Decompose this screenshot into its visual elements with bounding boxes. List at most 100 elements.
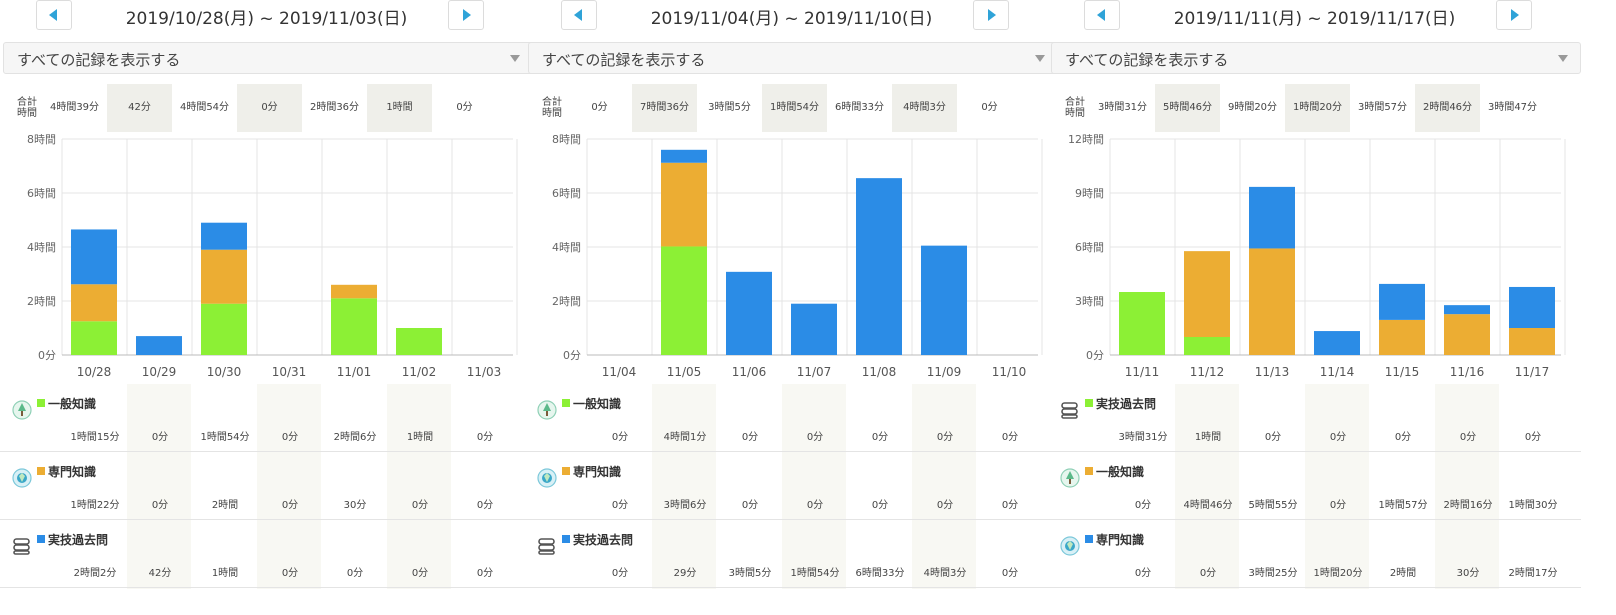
record-filter-dropdown[interactable]: すべての記録を表示する: [1051, 42, 1581, 74]
bar-segment: [1444, 305, 1490, 315]
bar-segment: [1509, 328, 1555, 355]
chart-svg: 0分 3時間 6時間 9時間 12時間 11/11 11/12 11/13 11/14 11/15…: [1068, 134, 1566, 379]
subject-breakdown: 一般知識 1時間15分 0分 1時間54分 0分 2時間6分 1時間 0分 専門知識 1時間22分…: [0, 384, 533, 615]
daily-total-value: 3時間47分: [1487, 102, 1538, 113]
subject-day-value: 0分: [1134, 500, 1152, 511]
subject-day-value: 1時間20分: [1313, 568, 1363, 579]
y-tick-label: 3時間: [1075, 295, 1104, 308]
week-panel: 2019/11/11(月) ~ 2019/11/17(日) すべての記録を表示する…: [1048, 0, 1581, 615]
bar-segment: [856, 178, 902, 355]
bar-segment: [1379, 319, 1425, 355]
x-tick-label: 11/02: [402, 365, 437, 379]
bar-segment: [661, 162, 707, 247]
subject-day-value: 42分: [148, 568, 172, 579]
subject-day-value: 0分: [1001, 432, 1019, 443]
x-tick-label: 11/04: [602, 365, 637, 379]
week-panel: 2019/11/04(月) ~ 2019/11/10(日) すべての記録を表示する…: [525, 0, 1058, 615]
subject-row: 専門知識 1時間22分 0分 2時間 0分 30分 0分 0分: [0, 452, 533, 520]
daily-totals-row: 合計 時間 3時間31分 5時間46分 9時間20分 1時間20分 3時間57分 2時間46分…: [1048, 84, 1581, 134]
globe-icon: [1059, 535, 1081, 557]
bar-segment: [1184, 251, 1230, 337]
bar-segment: [71, 321, 117, 355]
scroll-icon: [11, 535, 33, 557]
x-tick-label: 11/11: [1125, 365, 1160, 379]
subject-row: 専門知識 0分 0分 3時間25分 1時間20分 2時間 30分 2時間17分: [1048, 520, 1581, 588]
bar-segment: [1509, 286, 1555, 328]
subject-day-value: 0分: [871, 500, 889, 511]
subject-day-value: 0分: [1199, 568, 1217, 579]
daily-total-value: 0分: [591, 102, 608, 113]
x-tick-label: 11/08: [862, 365, 897, 379]
bar-segment: [136, 336, 182, 355]
record-filter-label: すべての記録を表示する: [542, 51, 706, 69]
daily-total-value: 6時間33分: [834, 102, 885, 113]
total-time-label: 合計 時間: [542, 97, 562, 119]
legend-swatch: [37, 399, 45, 407]
legend-swatch: [37, 467, 45, 475]
bar-segment: [1314, 331, 1360, 355]
subject-day-value: 0分: [1001, 500, 1019, 511]
globe-icon: [11, 467, 33, 489]
subject-day-value: 1時間: [1194, 432, 1222, 443]
subject-name: 一般知識: [573, 397, 622, 411]
daily-total-value: 3時間57分: [1357, 102, 1408, 113]
daily-total-value: 4時間3分: [892, 84, 957, 132]
x-tick-label: 10/30: [207, 365, 242, 379]
x-tick-label: 11/15: [1385, 365, 1420, 379]
subject-row: 一般知識 1時間15分 0分 1時間54分 0分 2時間6分 1時間 0分: [0, 384, 533, 452]
x-tick-label: 11/09: [927, 365, 962, 379]
caret-down-icon: [510, 55, 520, 62]
subject-day-value: 0分: [476, 568, 494, 579]
subject-day-value: 0分: [611, 432, 629, 443]
stacked-bar-chart: 0分 3時間 6時間 9時間 12時間 11/11 11/12 11/13 11/14 11/15…: [1048, 134, 1581, 384]
tree-icon: [11, 399, 33, 421]
bar-segment: [201, 222, 247, 250]
legend-swatch: [562, 535, 570, 543]
subject-day-value: 1時間: [406, 432, 434, 443]
week-title: 2019/11/11(月) ~ 2019/11/17(日): [1173, 9, 1456, 29]
week-panel: 2019/10/28(月) ~ 2019/11/03(日) すべての記録を表示する…: [0, 0, 533, 615]
y-tick-label: 6時間: [1075, 241, 1104, 254]
x-tick-label: 11/05: [667, 365, 702, 379]
legend-swatch: [1085, 399, 1093, 407]
y-tick-label: 2時間: [552, 295, 581, 308]
record-filter-dropdown[interactable]: すべての記録を表示する: [528, 42, 1058, 74]
subject-day-value: 29分: [673, 568, 697, 579]
subject-row: 実技過去問 2時間2分 42分 1時間 0分 0分 0分 0分: [0, 520, 533, 588]
globe-icon: [536, 467, 558, 489]
x-tick-label: 11/07: [797, 365, 832, 379]
daily-total-value: 0分: [237, 84, 302, 132]
caret-down-icon: [1558, 55, 1568, 62]
subject-day-value: 0分: [1001, 568, 1019, 579]
subject-name: 一般知識: [48, 397, 97, 411]
subject-day-value: 0分: [741, 432, 759, 443]
stacked-bar-chart: 0分 2時間 4時間 6時間 8時間 10/28 10/29 10/30 10/31 11/01 1…: [0, 134, 533, 384]
legend-swatch: [562, 399, 570, 407]
y-tick-label: 2時間: [27, 295, 56, 308]
bar-segment: [201, 249, 247, 304]
subject-day-value: 1時間: [211, 568, 239, 579]
y-tick-label: 12時間: [1068, 134, 1104, 146]
subject-day-value: 0分: [1329, 432, 1347, 443]
daily-total-value: 2時間36分: [309, 102, 360, 113]
x-tick-label: 11/03: [467, 365, 502, 379]
subject-day-value: 0分: [281, 432, 299, 443]
bar-segment: [331, 298, 377, 355]
subject-day-value: 0分: [151, 432, 169, 443]
record-filter-dropdown[interactable]: すべての記録を表示する: [3, 42, 533, 74]
daily-total-value: 4時間54分: [179, 102, 230, 113]
bar-segment: [1379, 283, 1425, 320]
subject-day-value: 0分: [411, 568, 429, 579]
bar-segment: [331, 284, 377, 299]
subject-day-value: 30分: [343, 500, 367, 511]
legend-swatch: [562, 467, 570, 475]
legend-swatch: [1085, 467, 1093, 475]
subject-day-value: 0分: [281, 568, 299, 579]
subject-name: 実技過去問: [1096, 397, 1157, 411]
scroll-icon: [536, 535, 558, 557]
y-tick-label: 8時間: [552, 134, 581, 146]
daily-total-value: 0分: [456, 102, 473, 113]
x-tick-label: 11/06: [732, 365, 767, 379]
subject-breakdown: 実技過去問 3時間31分 1時間 0分 0分 0分 0分 0分 一般知識 0分 4時間46分 5時間5…: [1048, 384, 1581, 615]
daily-total-value: 5時間46分: [1155, 84, 1220, 132]
